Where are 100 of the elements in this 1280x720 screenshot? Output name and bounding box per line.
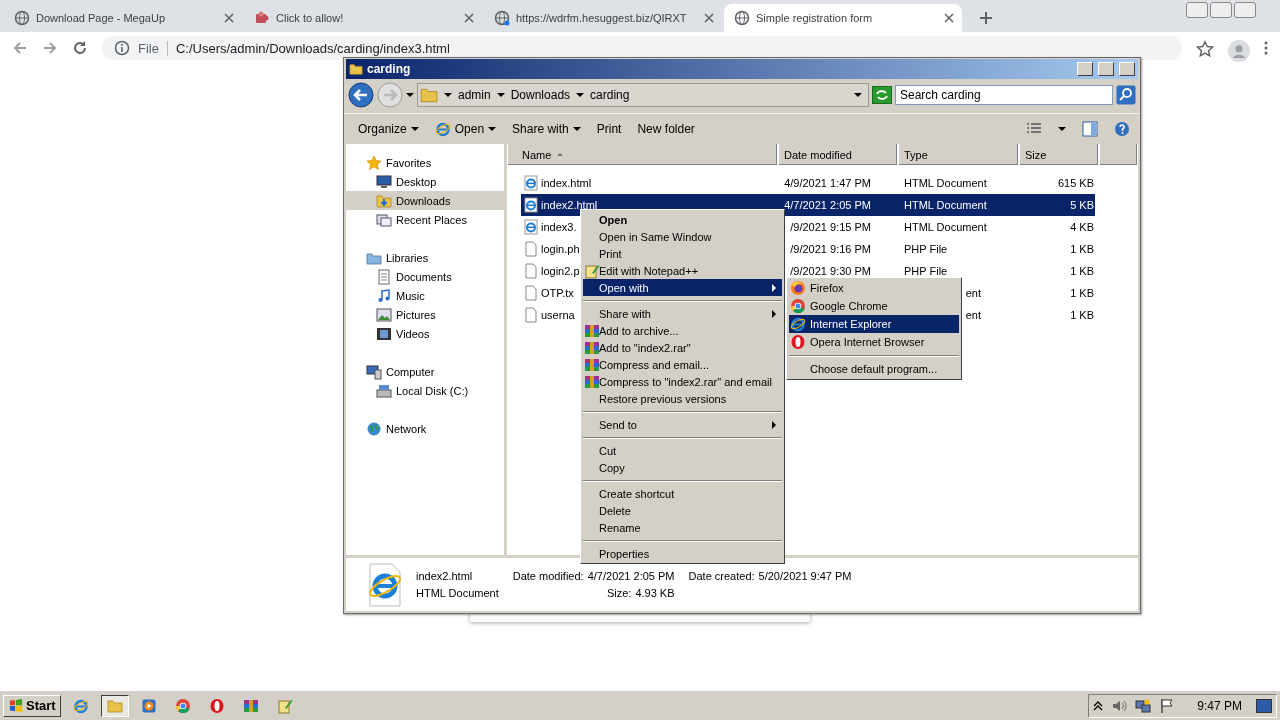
menu-item[interactable]: Compress to "index2.rar" and email bbox=[583, 373, 782, 390]
file-name: index2.html bbox=[541, 199, 598, 211]
maximize-button[interactable] bbox=[1098, 62, 1114, 76]
info-icon[interactable] bbox=[114, 40, 130, 56]
menu-item[interactable]: Open with bbox=[583, 279, 782, 296]
profile-icon[interactable] bbox=[1228, 40, 1250, 62]
new-tab-icon[interactable] bbox=[978, 10, 994, 26]
menu-item[interactable]: Delete bbox=[583, 502, 782, 519]
toolbar-button[interactable]: Open bbox=[434, 121, 497, 137]
show-desktop-icon[interactable] bbox=[1256, 698, 1272, 713]
detail-value: 4.93 KB bbox=[635, 587, 675, 599]
address-bar[interactable]: admin Downloads carding bbox=[417, 83, 869, 107]
toolbar-button[interactable]: Print bbox=[596, 122, 622, 136]
breadcrumb-item[interactable]: admin bbox=[458, 88, 491, 102]
breadcrumb-item[interactable]: Downloads bbox=[510, 88, 571, 102]
tab-title: Click to allow! bbox=[276, 12, 345, 24]
close-icon[interactable] bbox=[224, 13, 234, 23]
menu-item[interactable]: Restore previous versions bbox=[583, 390, 782, 407]
column-header[interactable]: Name bbox=[507, 144, 778, 165]
detail-label: Date modified: bbox=[512, 570, 584, 582]
file-type: HTML Document bbox=[904, 221, 987, 233]
notepad-icon bbox=[276, 697, 293, 714]
menu-item[interactable]: Compress and email... bbox=[583, 356, 782, 373]
view-list-icon[interactable] bbox=[1026, 122, 1042, 136]
nav-item[interactable]: Favorites bbox=[346, 153, 504, 172]
nav-item[interactable]: Computer bbox=[346, 362, 504, 381]
close-icon[interactable] bbox=[944, 13, 954, 23]
file-size: 1 KB bbox=[1070, 243, 1094, 255]
file-size: 615 KB bbox=[1057, 177, 1094, 189]
menu-item[interactable]: Edit with Notepad++ bbox=[583, 262, 782, 279]
caret-icon bbox=[444, 93, 452, 97]
menu-item[interactable]: Copy bbox=[583, 459, 782, 476]
browser-tab[interactable]: Simple registration form bbox=[724, 4, 962, 32]
browser-tab[interactable]: https://wdrfm.hesuggest.biz/QIRXT bbox=[484, 4, 722, 32]
file-date: /9/2021 9:16 PM bbox=[790, 243, 871, 255]
nav-item[interactable]: Music bbox=[346, 286, 504, 305]
menu-item[interactable]: Internet Explorer bbox=[789, 315, 959, 333]
browser-tab[interactable]: Click to allow! bbox=[244, 4, 482, 32]
menu-item[interactable]: Firefox bbox=[789, 279, 959, 297]
column-header[interactable]: Date modified bbox=[778, 144, 898, 165]
file-name: OTP.tx bbox=[541, 287, 574, 299]
menu-item[interactable]: Create shortcut bbox=[583, 485, 782, 502]
menu-item[interactable]: Choose default program... bbox=[789, 360, 959, 378]
taskbar-button[interactable] bbox=[100, 694, 129, 717]
search-field[interactable]: Search carding bbox=[895, 85, 1113, 105]
column-header[interactable]: Type bbox=[898, 144, 1019, 165]
film-icon bbox=[376, 325, 392, 342]
file-name: login.ph bbox=[541, 243, 580, 255]
menu-icon[interactable] bbox=[1264, 40, 1268, 56]
window-title: carding bbox=[367, 62, 412, 76]
forward-icon[interactable] bbox=[42, 40, 58, 56]
browser-tab[interactable]: Download Page - MegaUp bbox=[4, 4, 242, 32]
ie-icon bbox=[434, 121, 451, 137]
menu-item[interactable]: Properties bbox=[583, 545, 782, 562]
address-bar[interactable]: File C:/Users/admin/Downloads/carding/index3.html bbox=[102, 36, 1182, 60]
menu-item[interactable]: Opera Internet Browser bbox=[789, 333, 959, 351]
column-header[interactable]: Size bbox=[1019, 144, 1099, 165]
archive-icon bbox=[584, 374, 600, 390]
toolbar-button[interactable]: Share with bbox=[512, 122, 581, 136]
menu-item[interactable]: Open in Same Window bbox=[583, 228, 782, 245]
nav-item[interactable]: Desktop bbox=[346, 172, 504, 191]
nav-item[interactable]: Network bbox=[346, 419, 504, 438]
nav-item[interactable]: Recent Places bbox=[346, 210, 504, 229]
menu-item[interactable]: Cut bbox=[583, 442, 782, 459]
close-icon[interactable] bbox=[464, 13, 474, 23]
nav-item[interactable]: Pictures bbox=[346, 305, 504, 324]
menu-item[interactable]: Add to "index2.rar" bbox=[583, 339, 782, 356]
file-icon bbox=[523, 285, 539, 301]
refresh-icon[interactable] bbox=[872, 86, 892, 104]
menu-item[interactable]: Add to archive... bbox=[583, 322, 782, 339]
nav-item[interactable]: Local Disk (C:) bbox=[346, 381, 504, 400]
start-button[interactable]: Start bbox=[3, 694, 61, 717]
chevron-up-icon[interactable] bbox=[1093, 700, 1104, 711]
toolbar-button[interactable]: New folder bbox=[637, 122, 695, 136]
media-player-icon bbox=[140, 697, 157, 714]
menu-item[interactable]: Send to bbox=[583, 416, 782, 433]
toolbar-button[interactable]: Organize bbox=[358, 122, 419, 136]
network-icon[interactable] bbox=[1135, 697, 1152, 714]
search-icon[interactable] bbox=[1116, 85, 1136, 105]
preview-pane-icon[interactable] bbox=[1082, 121, 1098, 137]
help-icon[interactable] bbox=[1114, 121, 1130, 137]
nav-item[interactable]: Documents bbox=[346, 267, 504, 286]
menu-item[interactable]: Share with bbox=[583, 305, 782, 322]
bookmark-star-icon[interactable] bbox=[1196, 40, 1214, 58]
restore-button[interactable] bbox=[1210, 2, 1232, 18]
selected-file-row[interactable]: index2.html 4/7/2021 2:05 PM HTML Document 5 KB bbox=[521, 194, 1095, 216]
tab-title: https://wdrfm.hesuggest.biz/QIRXT bbox=[516, 12, 688, 24]
back-icon[interactable] bbox=[348, 82, 374, 108]
menu-item[interactable]: Google Chrome bbox=[789, 297, 959, 315]
breadcrumb-item[interactable]: carding bbox=[590, 88, 630, 102]
caret-icon bbox=[1058, 127, 1066, 131]
nav-item[interactable]: Libraries bbox=[346, 248, 504, 267]
download-folder-icon bbox=[376, 192, 392, 209]
menu-item[interactable]: Print bbox=[583, 245, 782, 262]
reload-icon[interactable] bbox=[72, 40, 88, 56]
close-icon[interactable] bbox=[704, 13, 714, 23]
menu-item[interactable]: Rename bbox=[583, 519, 782, 536]
nav-item[interactable]: Downloads bbox=[346, 191, 504, 210]
flag-icon[interactable] bbox=[1159, 697, 1176, 714]
nav-item[interactable]: Videos bbox=[346, 324, 504, 343]
